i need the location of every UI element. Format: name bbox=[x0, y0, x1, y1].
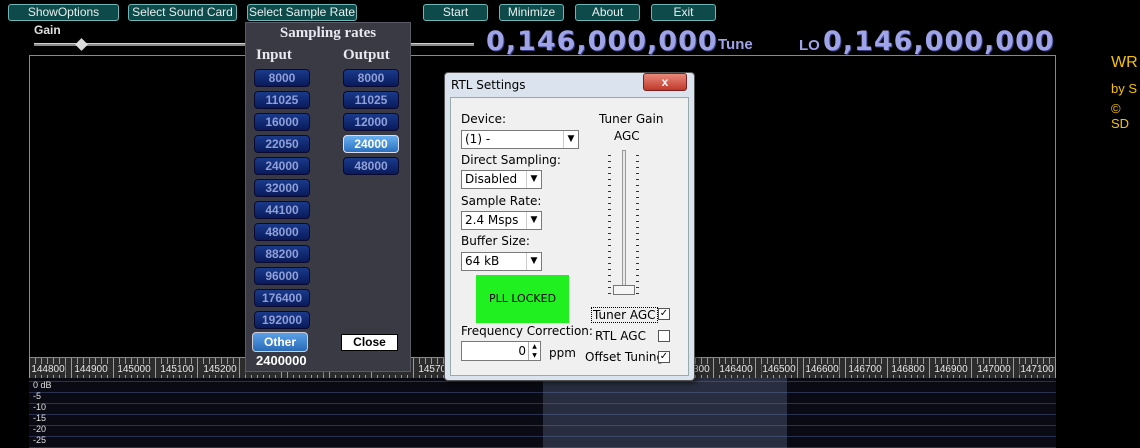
sample-rate-value: 2.4 Msps bbox=[465, 213, 519, 227]
rtl-agc-checkbox[interactable] bbox=[658, 330, 670, 342]
agc-label: AGC bbox=[614, 129, 640, 143]
waterfall-passband-highlight bbox=[543, 378, 787, 448]
exit-button[interactable]: Exit bbox=[651, 4, 716, 21]
input-rate-option[interactable]: 16000 bbox=[254, 113, 310, 131]
dialog-close-button[interactable]: x bbox=[643, 73, 687, 91]
input-rate-option[interactable]: 32000 bbox=[254, 179, 310, 197]
pll-status-indicator: PLL LOCKED bbox=[476, 275, 569, 323]
sample-rate-title: Sampling rates bbox=[279, 25, 377, 41]
db-tick-label: -5 bbox=[33, 391, 42, 401]
brand-title: WR bbox=[1111, 54, 1138, 71]
frequency-correction-label: Frequency Correction: bbox=[461, 324, 593, 338]
db-tick-label: -15 bbox=[33, 413, 47, 423]
tune-label: Tune bbox=[718, 36, 753, 53]
db-tick-label: -20 bbox=[33, 424, 47, 434]
device-label: Device: bbox=[461, 112, 507, 126]
input-rate-option[interactable]: 8000 bbox=[254, 69, 310, 87]
tuner-agc-label[interactable]: Tuner AGC bbox=[591, 307, 658, 323]
scale-tick-label: 145200 bbox=[202, 364, 238, 375]
input-rate-option[interactable]: 192000 bbox=[254, 311, 310, 329]
offset-tuning-checkbox[interactable]: ✓ bbox=[658, 351, 670, 363]
ppm-unit-label: ppm bbox=[549, 346, 576, 360]
buffer-size-label: Buffer Size: bbox=[461, 234, 530, 248]
close-button[interactable]: Close bbox=[341, 334, 398, 351]
scale-tick-label: 146800 bbox=[890, 364, 926, 375]
select-sound-card-button[interactable]: Select Sound Card bbox=[128, 4, 237, 21]
other-rate-button[interactable]: Other bbox=[252, 332, 308, 352]
chevron-down-icon: ▼ bbox=[526, 171, 541, 188]
scale-tick-label: 145000 bbox=[116, 364, 152, 375]
spin-up-icon[interactable]: ▲ bbox=[528, 342, 540, 351]
tuner-gain-slider-track[interactable] bbox=[622, 150, 626, 292]
scale-tick-label: 146900 bbox=[933, 364, 969, 375]
offset-tuning-label: Offset Tuning bbox=[585, 350, 665, 364]
chevron-down-icon: ▼ bbox=[526, 253, 541, 270]
scale-tick-label: 147000 bbox=[976, 364, 1012, 375]
scale-tick-label: 147100 bbox=[1019, 364, 1055, 375]
buffer-size-value: 64 kB bbox=[465, 254, 500, 268]
input-rate-option[interactable]: 24000 bbox=[254, 157, 310, 175]
input-rate-option[interactable]: 44100 bbox=[254, 201, 310, 219]
chevron-down-icon: ▼ bbox=[526, 212, 541, 229]
show-options-button[interactable]: ShowOptions bbox=[8, 4, 119, 21]
gain-ticks-left bbox=[608, 154, 611, 294]
spin-down-icon[interactable]: ▼ bbox=[528, 351, 540, 360]
output-rate-option[interactable]: 12000 bbox=[343, 113, 399, 131]
input-header: Input bbox=[256, 47, 292, 63]
dialog-title: RTL Settings bbox=[451, 78, 526, 92]
db-tick-label: 0 dB bbox=[33, 380, 52, 390]
frequency-correction-input[interactable]: 0 ▲ ▼ bbox=[461, 341, 541, 361]
scale-tick-label: 146600 bbox=[804, 364, 840, 375]
scale-tick-label: 146400 bbox=[718, 364, 754, 375]
buffer-size-select[interactable]: 64 kB ▼ bbox=[461, 252, 542, 271]
direct-sampling-value: Disabled bbox=[465, 172, 518, 186]
lo-label: LO bbox=[799, 37, 820, 54]
gain-slider-handle[interactable] bbox=[75, 38, 88, 51]
input-rate-option[interactable]: 11025 bbox=[254, 91, 310, 109]
gain-ticks-right bbox=[636, 154, 639, 294]
scale-tick-label: 144800 bbox=[30, 364, 66, 375]
direct-sampling-select[interactable]: Disabled ▼ bbox=[461, 170, 542, 189]
db-tick-label: -10 bbox=[33, 402, 47, 412]
db-tick-label: -25 bbox=[33, 435, 47, 445]
rtl-agc-label: RTL AGC bbox=[595, 329, 646, 343]
frequency-correction-value: 0 bbox=[518, 344, 526, 358]
tune-frequency-display[interactable]: 0,146,000,000 bbox=[486, 26, 718, 57]
brand-author: by S bbox=[1111, 81, 1138, 96]
scale-tick-label: 146500 bbox=[761, 364, 797, 375]
direct-sampling-label: Direct Sampling: bbox=[461, 153, 561, 167]
lo-frequency-display[interactable]: 0,146,000,000 bbox=[823, 26, 1055, 57]
select-sample-rate-button[interactable]: Select Sample Rate bbox=[247, 4, 357, 21]
input-rate-option[interactable]: 22050 bbox=[254, 135, 310, 153]
chevron-down-icon: ▼ bbox=[563, 131, 578, 148]
output-header: Output bbox=[343, 47, 390, 63]
start-button[interactable]: Start bbox=[423, 4, 488, 21]
scale-tick-label: 144900 bbox=[73, 364, 109, 375]
tuner-gain-label: Tuner Gain bbox=[599, 112, 664, 126]
brand-copyright: © SD bbox=[1111, 101, 1130, 131]
output-rate-option[interactable]: 48000 bbox=[343, 157, 399, 175]
tuner-agc-checkbox[interactable]: ✓ bbox=[658, 308, 670, 320]
gain-label: Gain bbox=[34, 23, 61, 37]
other-rate-value: 2400000 bbox=[256, 353, 307, 368]
output-rate-option[interactable]: 8000 bbox=[343, 69, 399, 87]
input-rate-option[interactable]: 88200 bbox=[254, 245, 310, 263]
device-select-value: (1) - RTL2838UHIDI bbox=[465, 132, 491, 146]
scale-tick-label: 145100 bbox=[159, 364, 195, 375]
input-rate-option[interactable]: 176400 bbox=[254, 289, 310, 307]
input-rate-option[interactable]: 96000 bbox=[254, 267, 310, 285]
output-rate-option[interactable]: 11025 bbox=[343, 91, 399, 109]
about-button[interactable]: About bbox=[575, 4, 640, 21]
input-rate-option[interactable]: 48000 bbox=[254, 223, 310, 241]
sample-rate-select[interactable]: 2.4 Msps ▼ bbox=[461, 211, 542, 230]
scale-tick-label: 146700 bbox=[847, 364, 883, 375]
tuner-gain-slider-handle[interactable] bbox=[613, 285, 635, 295]
sample-rate-label: Sample Rate: bbox=[461, 194, 542, 208]
device-select[interactable]: (1) - RTL2838UHIDI ▼ bbox=[461, 130, 579, 149]
minimize-button[interactable]: Minimize bbox=[499, 4, 564, 21]
output-rate-option[interactable]: 24000 bbox=[343, 135, 399, 153]
